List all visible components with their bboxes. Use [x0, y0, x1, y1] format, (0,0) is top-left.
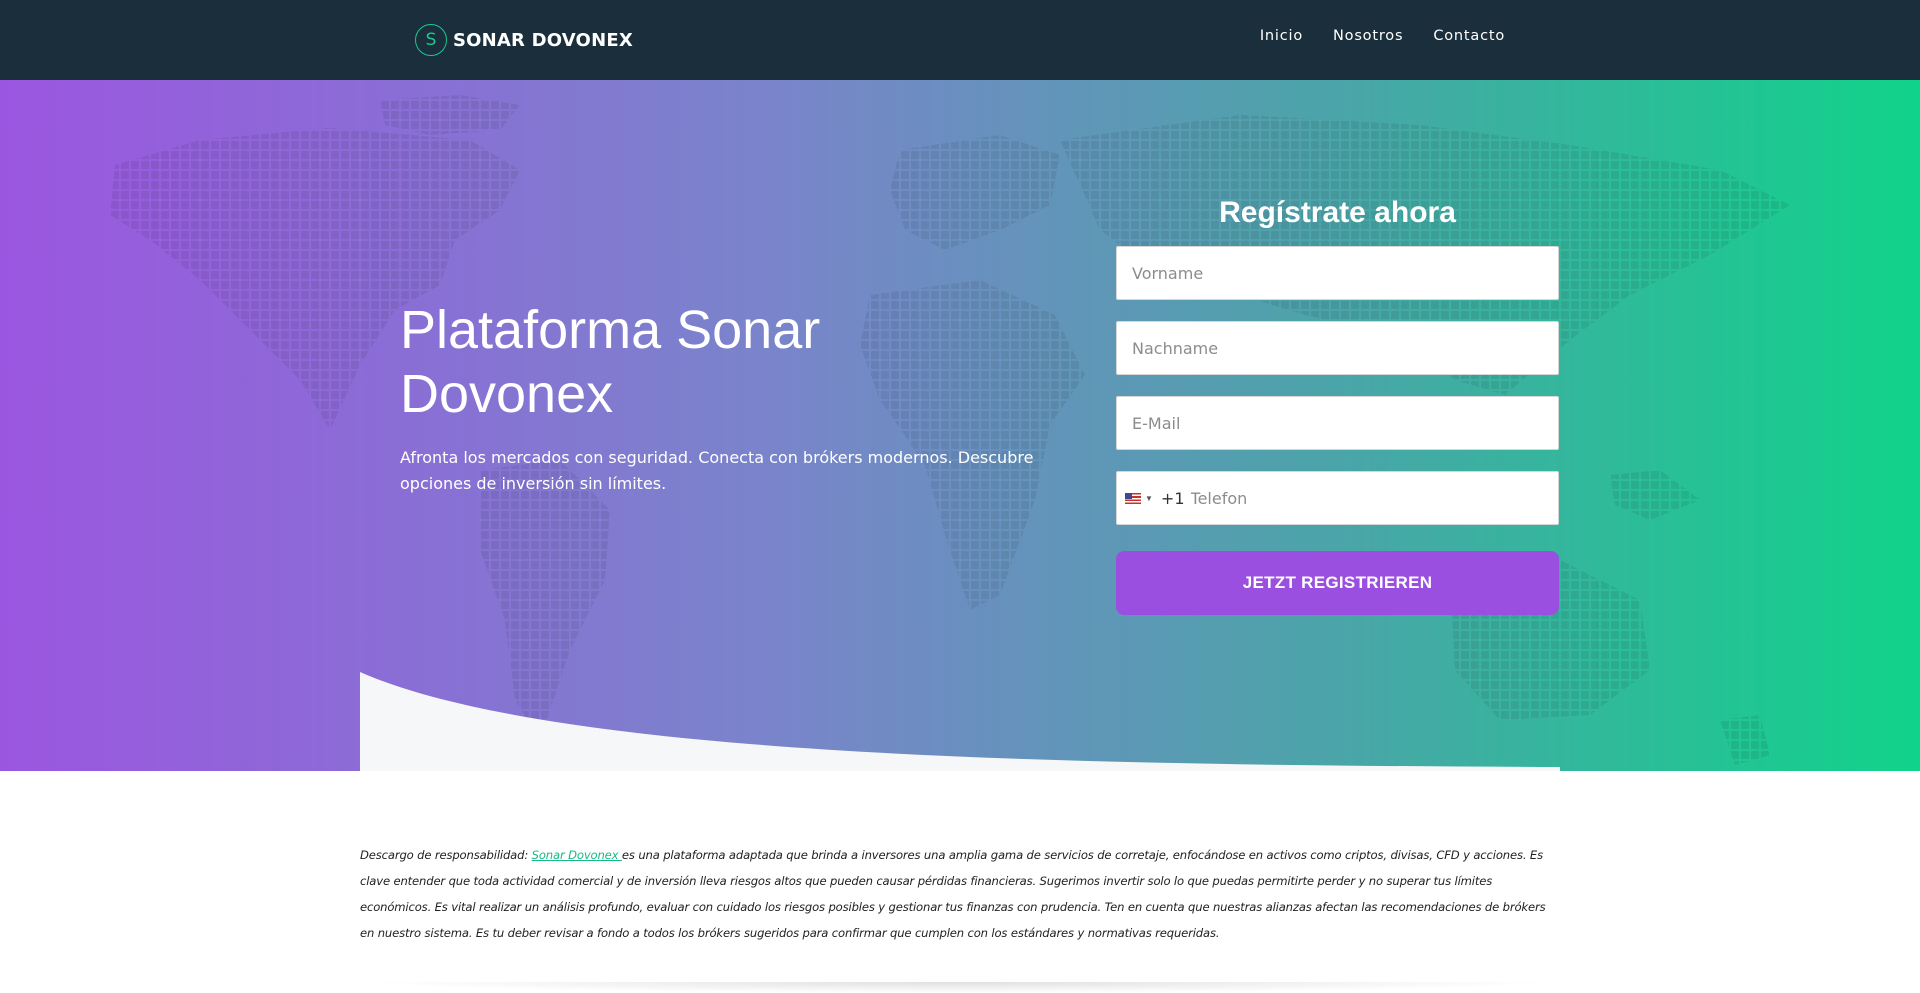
us-flag-icon[interactable]: [1125, 492, 1141, 504]
disclaimer-brand-link[interactable]: Sonar Dovonex: [532, 848, 622, 862]
brand-link[interactable]: S SONAR DOVONEX: [415, 24, 633, 56]
phone-dial-code: +1: [1160, 488, 1185, 508]
disclaimer-prefix: Descargo de responsabilidad:: [360, 848, 532, 862]
last-name-field: [1116, 321, 1559, 375]
top-navbar: S SONAR DOVONEX Inicio Nosotros Contacto: [0, 0, 1920, 80]
register-button[interactable]: JETZT REGISTRIEREN: [1116, 551, 1559, 615]
hero-title: Plataforma Sonar Dovonex: [400, 300, 821, 424]
registration-form: Regístrate ahora ▼ +1 JETZT REGISTRIEREN: [1116, 195, 1559, 615]
last-name-input[interactable]: [1132, 322, 1558, 374]
hero-section: Plataforma Sonar Dovonex Afronta los mer…: [0, 80, 1920, 771]
main-nav: Inicio Nosotros Contacto: [1260, 28, 1505, 44]
phone-field: ▼ +1: [1116, 471, 1559, 525]
hero-bottom-curve: [360, 672, 1560, 771]
phone-input[interactable]: [1190, 472, 1558, 524]
brand-name: SONAR DOVONEX: [453, 29, 633, 51]
email-field: [1116, 396, 1559, 450]
chevron-down-icon[interactable]: ▼: [1145, 494, 1153, 503]
hero-subtitle: Afronta los mercados con seguridad. Cone…: [400, 448, 1034, 493]
section-divider-shadow: [360, 982, 1560, 993]
nav-link-nosotros[interactable]: Nosotros: [1333, 28, 1403, 44]
email-input[interactable]: [1132, 397, 1558, 449]
nav-link-inicio[interactable]: Inicio: [1260, 28, 1303, 44]
form-title: Regístrate ahora: [1219, 196, 1456, 229]
first-name-input[interactable]: [1132, 247, 1558, 299]
nav-link-contacto[interactable]: Contacto: [1433, 28, 1505, 44]
disclaimer-text: Descargo de responsabilidad: Sonar Dovon…: [360, 842, 1560, 946]
brand-logo-icon: S: [415, 24, 447, 56]
first-name-field: [1116, 246, 1559, 300]
